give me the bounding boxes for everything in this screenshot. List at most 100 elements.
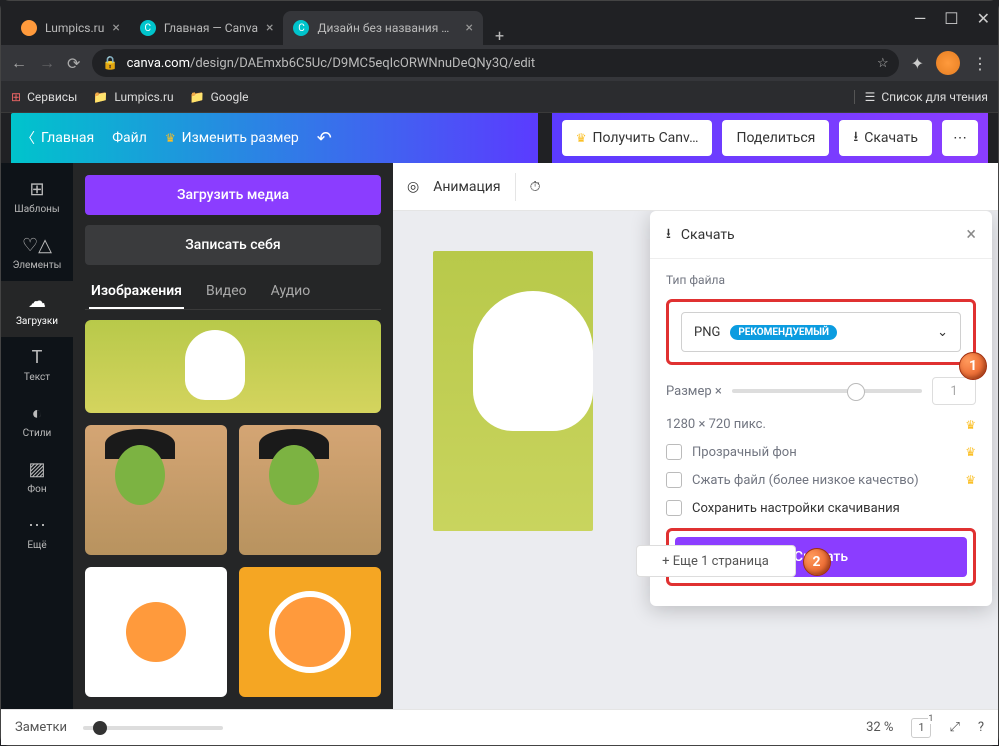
more-button[interactable]: ⋯ [942, 120, 978, 156]
save-settings-label: Сохранить настройки скачивания [692, 501, 900, 516]
browser-tab-active[interactable]: C Дизайн без названия — 1280 × [283, 11, 482, 45]
popup-title: Скачать [681, 227, 735, 243]
text-icon: T [32, 347, 43, 368]
zoom-slider[interactable] [83, 726, 223, 730]
share-button[interactable]: Поделиться [722, 120, 829, 156]
crown-icon: ♛ [965, 445, 976, 459]
menu-icon[interactable]: ⋮ [972, 54, 988, 73]
close-icon[interactable]: × [112, 20, 119, 36]
close-window-icon[interactable]: ✕ [977, 9, 990, 28]
side-rail: ⊞Шаблоны ♡△Элементы ☁Загрузки TТекст ◐Ст… [1, 163, 73, 709]
rail-more[interactable]: ⋯Ещё [1, 505, 73, 561]
close-icon[interactable]: × [266, 20, 273, 36]
media-thumbnail[interactable] [239, 567, 381, 697]
close-icon[interactable]: × [966, 224, 976, 245]
file-type-label: Тип файла [666, 273, 976, 287]
media-thumbnail[interactable] [85, 320, 381, 413]
dimensions-text: 1280 × 720 пикс. [666, 417, 766, 432]
lock-icon: 🔒 [102, 56, 118, 71]
bookmarks-bar: ⊞Сервисы 📁Lumpics.ru 📁Google ☰Список для… [1, 81, 998, 113]
callout-2: 2 [803, 548, 831, 576]
fullscreen-icon[interactable]: ⤢ [949, 720, 959, 735]
zoom-value[interactable]: 32 % [866, 720, 893, 735]
effects-icon[interactable]: ◎ [407, 179, 419, 195]
chevron-down-icon: ⌄ [937, 325, 948, 340]
get-canva-button[interactable]: ♛Получить Canv… [562, 120, 713, 156]
chevron-left-icon: 〈 [21, 128, 35, 148]
notes-button[interactable]: Заметки [15, 720, 67, 735]
crown-icon: ♛ [965, 418, 976, 432]
help-icon[interactable]: ? [978, 720, 984, 735]
tab-images[interactable]: Изображения [89, 275, 184, 309]
palette-icon: ◐ [32, 403, 43, 424]
browser-tab[interactable]: C Главная — Canva × [130, 11, 284, 45]
rail-templates[interactable]: ⊞Шаблоны [1, 169, 73, 225]
rail-background[interactable]: ▨Фон [1, 449, 73, 505]
browser-tab[interactable]: Lumpics.ru × [11, 11, 130, 45]
bookmark-lumpics[interactable]: 📁Lumpics.ru [93, 90, 173, 104]
media-thumbnail[interactable] [239, 425, 381, 555]
orange-icon [21, 20, 37, 36]
new-tab-button[interactable]: + [483, 26, 516, 45]
undo-button[interactable]: ↶ [317, 128, 332, 149]
canvas-toolbar: ◎ Анимация ⏱ [393, 163, 998, 211]
transparent-checkbox[interactable] [666, 444, 682, 460]
forward-icon: → [39, 53, 55, 73]
crown-icon: ♛ [165, 131, 176, 145]
profile-avatar[interactable] [936, 51, 960, 75]
file-menu[interactable]: Файл [112, 130, 147, 146]
media-thumbnail[interactable] [85, 567, 227, 697]
url-input[interactable]: 🔒 canva.com/design/DAEmxb6C5Uc/D9MC5eqIc… [92, 49, 898, 77]
bookmark-services[interactable]: ⊞Сервисы [11, 90, 77, 104]
artboard[interactable] [433, 251, 593, 531]
minimize-icon[interactable]: — [914, 9, 927, 28]
size-input[interactable]: 1 [932, 377, 976, 405]
resize-button[interactable]: ♛Изменить размер [165, 130, 299, 146]
maximize-icon[interactable]: ☐ [944, 9, 958, 28]
page-count[interactable]: 1 [911, 718, 931, 738]
media-thumbnail[interactable] [85, 425, 227, 555]
elements-icon: ♡△ [22, 235, 52, 256]
recommended-badge: РЕКОМЕНДУЕМЫЙ [730, 325, 837, 340]
upload-media-button[interactable]: Загрузить медиа [85, 175, 381, 215]
crown-icon: ♛ [965, 473, 976, 487]
timer-icon[interactable]: ⏱ [530, 179, 541, 195]
download-icon: ⭳ [853, 126, 858, 150]
tab-video[interactable]: Видео [204, 275, 249, 309]
bookmark-google[interactable]: 📁Google [190, 90, 249, 104]
tab-label: Дизайн без названия — 1280 [317, 21, 457, 35]
uploads-panel: Загрузить медиа Записать себя Изображени… [73, 163, 393, 709]
tab-audio[interactable]: Аудио [269, 275, 313, 309]
back-icon[interactable]: ← [11, 53, 27, 73]
more-icon: ⋯ [28, 515, 46, 536]
extensions-icon[interactable]: ✦ [911, 54, 924, 73]
rail-styles[interactable]: ◐Стили [1, 393, 73, 449]
url-path: /design/DAEmxb6C5Uc/D9MC5eqIcORWNnuDeQNy… [190, 56, 535, 71]
size-slider[interactable] [732, 389, 922, 393]
add-page-button[interactable]: + Еще 1 страница 2 [636, 545, 796, 577]
size-label: Размер × [666, 384, 722, 399]
star-icon[interactable]: ☆ [877, 56, 889, 71]
record-self-button[interactable]: Записать себя [85, 225, 381, 265]
animation-button[interactable]: Анимация [433, 179, 500, 195]
transparent-label: Прозрачный фон [692, 445, 797, 460]
download-button[interactable]: ⭳Скачать [839, 120, 932, 156]
rail-text[interactable]: TТекст [1, 337, 73, 393]
file-type-dropdown[interactable]: PNG РЕКОМЕНДУЕМЫЙ ⌄ [681, 312, 961, 352]
compress-checkbox[interactable] [666, 472, 682, 488]
file-type-highlight: PNG РЕКОМЕНДУЕМЫЙ ⌄ 1 [666, 299, 976, 365]
rail-uploads[interactable]: ☁Загрузки [1, 281, 73, 337]
canvas-area: ◎ Анимация ⏱ ⭳ Скачать × Тип файла PNG [393, 163, 998, 709]
reload-icon[interactable]: ⟳ [67, 54, 80, 73]
close-icon[interactable]: × [465, 20, 472, 36]
canva-topbar: 〈Главная Файл ♛Изменить размер ↶ ♛Получи… [1, 113, 998, 163]
address-bar: ← → ⟳ 🔒 canva.com/design/DAEmxb6C5Uc/D9M… [1, 45, 998, 81]
home-button[interactable]: 〈Главная [21, 128, 94, 148]
reading-list[interactable]: ☰Список для чтения [854, 90, 988, 104]
callout-1: 1 [959, 352, 987, 380]
url-domain: canva.com [127, 56, 190, 71]
save-settings-checkbox[interactable] [666, 500, 682, 516]
tab-label: Главная — Canva [164, 21, 258, 35]
rail-elements[interactable]: ♡△Элементы [1, 225, 73, 281]
tab-label: Lumpics.ru [45, 21, 104, 35]
